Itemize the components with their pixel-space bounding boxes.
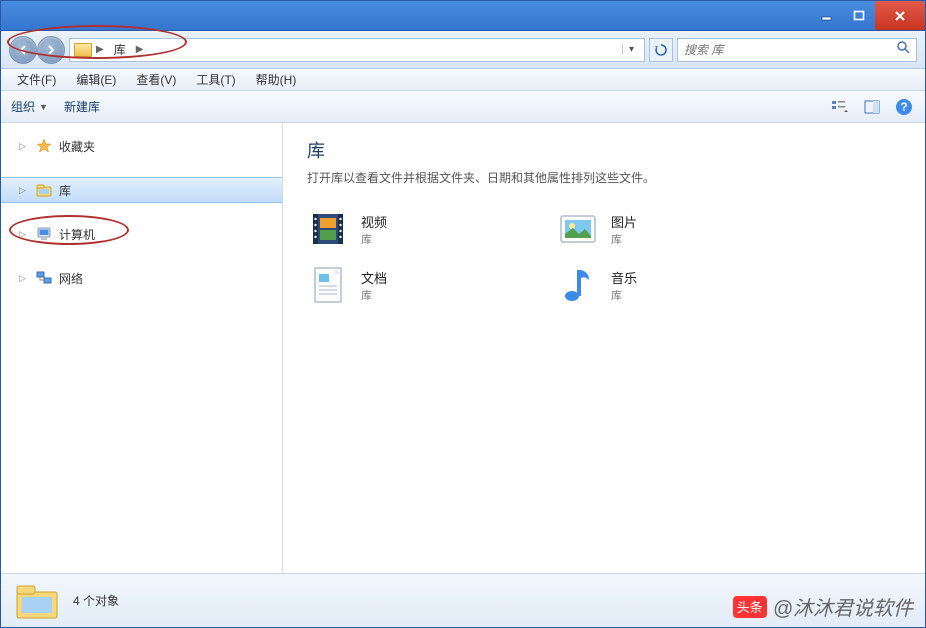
search-box[interactable]	[677, 38, 917, 62]
maximize-button[interactable]	[843, 1, 875, 30]
menu-edit[interactable]: 编辑(E)	[66, 71, 126, 88]
lib-name: 文档	[361, 268, 387, 287]
window-titlebar	[1, 1, 925, 31]
status-text: 4 个对象	[73, 592, 119, 609]
documents-icon	[307, 264, 349, 306]
menu-tools[interactable]: 工具(T)	[186, 71, 245, 88]
address-bar[interactable]: ▶ 库 ▶ ▾	[69, 38, 645, 62]
page-title: 库	[307, 137, 901, 163]
expand-icon: ▷	[19, 229, 29, 240]
content-area: ▷ 收藏夹 ▷ 库 ▷ 计算机 ▷	[1, 123, 925, 573]
computer-icon	[35, 225, 53, 243]
chevron-right-icon: ▶	[136, 44, 144, 55]
lib-type: 库	[361, 231, 387, 247]
status-bar: 4 个对象 头条 @沐沐君说软件	[1, 573, 925, 627]
lib-name: 视频	[361, 212, 387, 231]
network-icon	[35, 269, 53, 287]
sidebar-computer[interactable]: ▷ 计算机	[1, 221, 282, 247]
music-icon	[557, 264, 599, 306]
libraries-icon	[15, 582, 59, 620]
watermark-text: @沐沐君说软件	[773, 592, 913, 621]
sidebar-libraries[interactable]: ▷ 库	[1, 177, 282, 203]
search-input[interactable]	[684, 43, 896, 57]
sidebar-label: 收藏夹	[59, 138, 95, 155]
back-button[interactable]	[9, 36, 37, 64]
sidebar-label: 库	[59, 182, 71, 199]
forward-button[interactable]	[37, 36, 65, 64]
organize-label: 组织	[11, 98, 35, 115]
star-icon	[35, 137, 53, 155]
chevron-down-icon: ▼	[39, 102, 48, 112]
main-content: 库 打开库以查看文件并根据文件夹、日期和其他属性排列这些文件。 视频库 图片库 …	[283, 123, 925, 573]
expand-icon: ▷	[19, 185, 29, 196]
navigation-bar: ▶ 库 ▶ ▾	[1, 31, 925, 69]
expand-icon: ▷	[19, 273, 29, 284]
refresh-button[interactable]	[649, 38, 673, 62]
search-icon	[896, 40, 910, 59]
preview-pane-button[interactable]	[861, 96, 883, 118]
pictures-icon	[557, 208, 599, 250]
newlib-label: 新建库	[64, 98, 100, 115]
library-videos[interactable]: 视频库	[307, 208, 557, 250]
breadcrumb-root[interactable]: 库	[108, 41, 132, 58]
expand-icon: ▷	[19, 141, 29, 152]
organize-button[interactable]: 组织 ▼	[11, 98, 48, 115]
watermark: 头条 @沐沐君说软件	[733, 592, 913, 621]
new-library-button[interactable]: 新建库	[64, 98, 100, 115]
menu-help[interactable]: 帮助(H)	[246, 71, 307, 88]
sidebar-favorites[interactable]: ▷ 收藏夹	[1, 133, 282, 159]
page-subtitle: 打开库以查看文件并根据文件夹、日期和其他属性排列这些文件。	[307, 169, 901, 186]
toolbar: 组织 ▼ 新建库 ?	[1, 91, 925, 123]
library-pictures[interactable]: 图片库	[557, 208, 807, 250]
lib-name: 图片	[611, 212, 637, 231]
library-music[interactable]: 音乐库	[557, 264, 807, 306]
navigation-pane: ▷ 收藏夹 ▷ 库 ▷ 计算机 ▷	[1, 123, 283, 573]
nav-buttons	[9, 36, 65, 64]
lib-type: 库	[611, 287, 637, 303]
lib-name: 音乐	[611, 268, 637, 287]
menu-bar: 文件(F) 编辑(E) 查看(V) 工具(T) 帮助(H)	[1, 69, 925, 91]
view-options-button[interactable]	[829, 96, 851, 118]
library-documents[interactable]: 文档库	[307, 264, 557, 306]
sidebar-network[interactable]: ▷ 网络	[1, 265, 282, 291]
library-grid: 视频库 图片库 文档库 音乐库	[307, 208, 901, 306]
close-button[interactable]	[875, 1, 925, 30]
lib-type: 库	[611, 231, 637, 247]
sidebar-label: 计算机	[59, 226, 95, 243]
chevron-right-icon: ▶	[96, 44, 104, 55]
lib-type: 库	[361, 287, 387, 303]
menu-file[interactable]: 文件(F)	[7, 71, 66, 88]
menu-view[interactable]: 查看(V)	[126, 71, 186, 88]
watermark-badge: 头条	[733, 596, 767, 618]
address-dropdown[interactable]: ▾	[622, 44, 640, 55]
svg-text:?: ?	[900, 100, 907, 114]
libraries-icon	[74, 41, 92, 59]
sidebar-label: 网络	[59, 270, 83, 287]
videos-icon	[307, 208, 349, 250]
minimize-button[interactable]	[811, 1, 843, 30]
help-button[interactable]: ?	[893, 96, 915, 118]
libraries-icon	[35, 181, 53, 199]
